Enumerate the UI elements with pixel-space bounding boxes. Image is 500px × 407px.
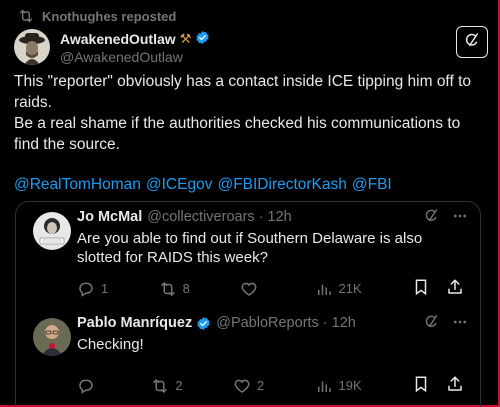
repost-count: 8 <box>182 281 190 296</box>
repost-icon <box>18 8 34 24</box>
heart-icon <box>233 377 251 395</box>
post-mentions: @RealTomHoman @ICEgov @FBIDirectorKash @… <box>14 176 392 194</box>
repost-label[interactable]: Knothughes reposted <box>42 9 176 24</box>
repost-count: 2 <box>175 378 183 393</box>
reply-icon <box>77 280 95 298</box>
views-button[interactable]: 19K <box>315 376 362 396</box>
separator-dot: · <box>322 315 328 331</box>
heart-icon <box>240 280 258 298</box>
share-icon[interactable] <box>446 278 464 299</box>
verified-badge-icon <box>196 316 211 331</box>
post-author: AwakenedOutlaw ⚒ @AwakenedOutlaw <box>14 27 486 67</box>
repost-header: Knothughes reposted <box>18 8 176 24</box>
analytics-icon <box>315 377 333 395</box>
more-options-icon[interactable] <box>452 208 468 229</box>
quoted-thread-card[interactable]: Jo McMal @collectiveroars · 12h Are you … <box>15 201 481 407</box>
mention-link[interactable]: @RealTomHoman <box>14 176 141 194</box>
views-count: 21K <box>338 281 362 296</box>
repost-icon <box>159 280 177 298</box>
mention-link[interactable]: @ICEgov <box>146 176 213 194</box>
reply-item[interactable]: Jo McMal @collectiveroars · 12h Are you … <box>16 202 480 308</box>
author-handle[interactable]: @AwakenedOutlaw <box>60 49 210 65</box>
like-button[interactable] <box>240 279 264 299</box>
reply-avatar[interactable] <box>33 212 71 250</box>
views-count: 19K <box>338 378 362 393</box>
more-options-icon[interactable] <box>452 314 468 335</box>
reply-timestamp[interactable]: 12h <box>268 209 292 225</box>
share-icon[interactable] <box>446 375 464 396</box>
reply-author-name[interactable]: Pablo Manríquez <box>77 315 192 331</box>
verified-badge-icon <box>195 30 210 48</box>
repost-icon <box>151 377 169 395</box>
reply-icon <box>77 377 95 395</box>
pick-hammer-emoji: ⚒ <box>179 30 192 46</box>
like-button[interactable]: 2 <box>233 376 264 396</box>
views-button[interactable]: 21K <box>315 279 362 299</box>
reply-timestamp[interactable]: 12h <box>332 315 356 331</box>
bookmark-icon[interactable] <box>412 375 430 396</box>
reply-avatar[interactable] <box>33 318 71 356</box>
separator-dot: · <box>258 209 264 225</box>
reply-button[interactable]: 1 <box>77 279 108 299</box>
post-text-paragraph-1: This "reporter" obviously has a contact … <box>14 73 472 111</box>
analytics-icon <box>315 280 333 298</box>
reply-author-handle[interactable]: @PabloReports <box>216 315 319 331</box>
mention-link[interactable]: @FBIDirectorKash <box>217 176 346 194</box>
bookmark-icon[interactable] <box>412 278 430 299</box>
reply-item[interactable]: Pablo Manríquez @PabloReports · 12h Chec… <box>16 308 480 407</box>
reply-author-handle[interactable]: @collectiveroars <box>147 209 254 225</box>
author-name[interactable]: AwakenedOutlaw <box>60 31 176 47</box>
reply-author-name[interactable]: Jo McMal <box>77 209 142 225</box>
reply-text: Checking! <box>77 336 144 353</box>
like-count: 2 <box>256 378 265 393</box>
grok-icon[interactable] <box>423 313 440 335</box>
author-avatar[interactable] <box>14 29 50 65</box>
reply-text: Are you able to find out if Southern Del… <box>77 230 423 266</box>
reply-action-bar: 2 2 19K <box>77 375 464 396</box>
repost-button[interactable]: 2 <box>151 376 183 396</box>
repost-button[interactable]: 8 <box>159 279 190 299</box>
grok-button[interactable] <box>456 26 488 58</box>
reply-button[interactable] <box>77 376 101 396</box>
reply-count: 1 <box>101 281 109 296</box>
reply-action-bar: 1 8 21K <box>77 278 464 299</box>
grok-icon <box>463 31 481 54</box>
mention-link[interactable]: @FBI <box>352 176 392 194</box>
grok-icon[interactable] <box>423 207 440 229</box>
post-text-paragraph-2: Be a real shame if the authorities check… <box>14 115 461 153</box>
